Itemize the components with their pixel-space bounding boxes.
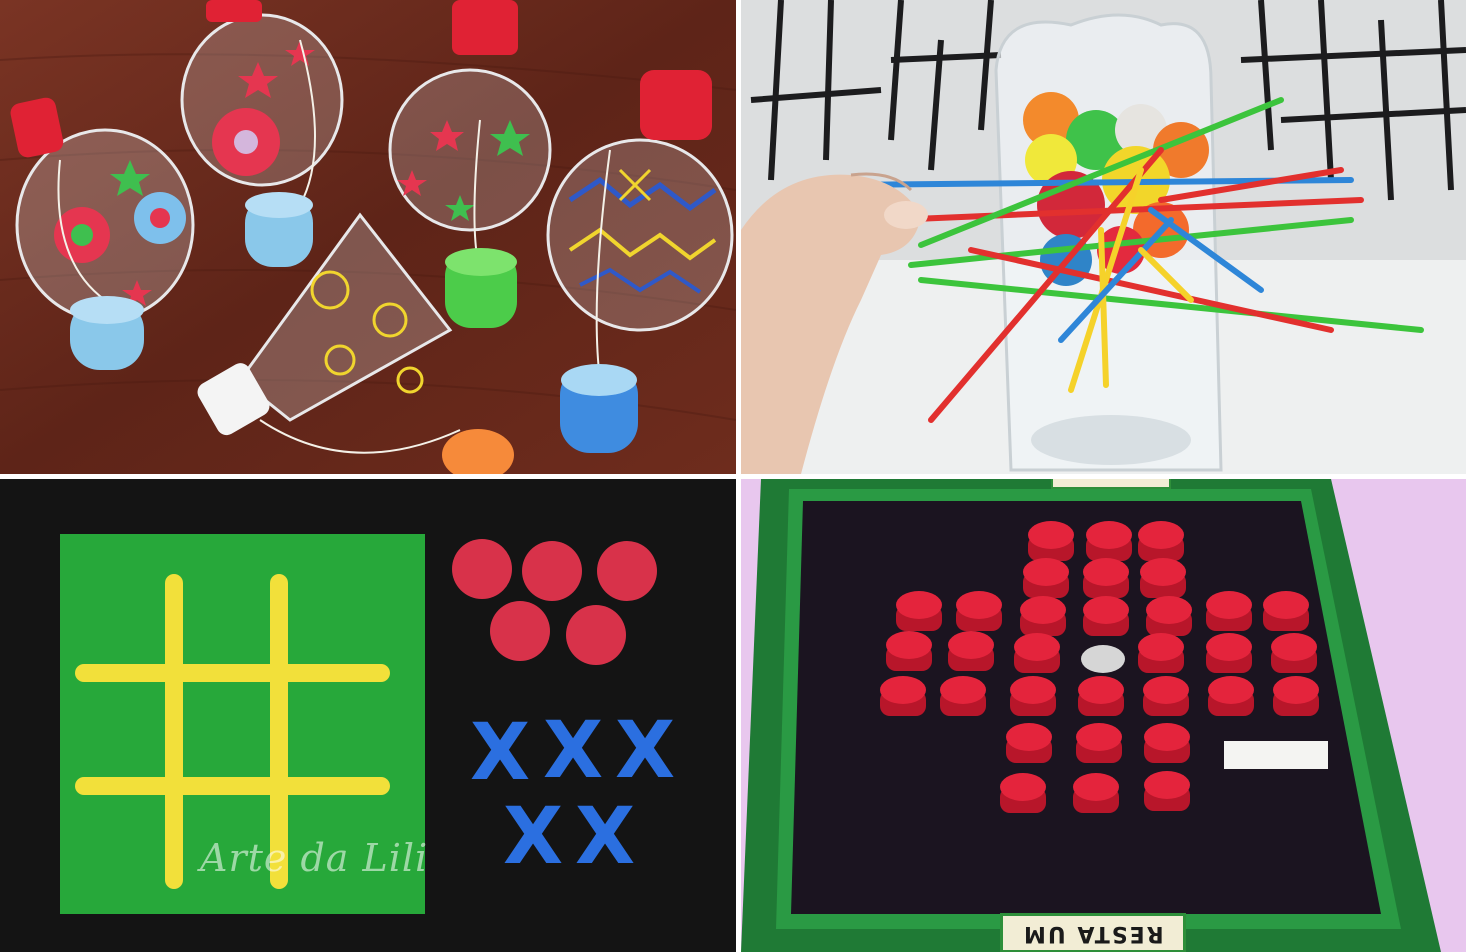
peg-cap: [1010, 676, 1056, 716]
peg-cap: [1076, 723, 1122, 763]
ball-3: [445, 248, 517, 328]
ball-1: [70, 296, 144, 370]
peg-cap: [880, 676, 926, 716]
peg-cap: [1023, 558, 1069, 598]
peg-solitaire-photo: RESTA UM: [741, 479, 1466, 952]
peg-cap: [1006, 723, 1052, 763]
peg-cap: [1014, 633, 1060, 673]
peg-cap: [1083, 596, 1129, 636]
peg-cap: [940, 676, 986, 716]
peg-cap: [1028, 521, 1074, 561]
collage: X X X X X Arte da Lili RESTA UM: [0, 0, 1466, 952]
peg-cap: [956, 591, 1002, 631]
peg-cap: [1086, 521, 1132, 561]
peg-cap: [1000, 773, 1046, 813]
watermark-text: Arte da Lili: [200, 836, 429, 880]
peg-cap: [896, 591, 942, 631]
peg-solitaire-illustration: [741, 479, 1466, 952]
svg-text:X: X: [575, 792, 635, 882]
peg-cap: [1138, 521, 1184, 561]
board-label: RESTA UM: [1022, 920, 1164, 946]
ball-2: [245, 192, 313, 267]
pickup-sticks-illustration: [741, 0, 1466, 474]
empty-center-hole: [1081, 645, 1125, 673]
peg-cap: [1146, 596, 1192, 636]
peg-cap: [948, 631, 994, 671]
svg-text:X: X: [615, 706, 675, 796]
peg-cap: [1144, 771, 1190, 811]
peg-cap: [1271, 633, 1317, 673]
board-label-top: [1051, 479, 1171, 489]
peg-cap: [1073, 773, 1119, 813]
peg-cap: [1206, 591, 1252, 631]
tic-tac-toe-photo: X X X X X Arte da Lili: [0, 479, 736, 952]
bottle-cup-and-ball-photo: [0, 0, 736, 474]
board-sticker: [1224, 741, 1328, 769]
peg-cap: [1143, 676, 1189, 716]
peg-cap: [1273, 676, 1319, 716]
peg-cap: [1144, 723, 1190, 763]
svg-text:X: X: [543, 706, 603, 796]
peg-cap: [1083, 558, 1129, 598]
peg-cap: [886, 631, 932, 671]
peg-cap: [1206, 633, 1252, 673]
peg-cap: [1138, 633, 1184, 673]
ball-4: [560, 364, 638, 453]
peg-cap: [1140, 558, 1186, 598]
peg-cap: [1020, 596, 1066, 636]
tic-tac-toe-illustration: X X X X X: [0, 479, 736, 952]
svg-text:X: X: [470, 708, 530, 798]
bottle-toys-illustration: [0, 0, 736, 474]
board-label-plaque: RESTA UM: [1000, 913, 1186, 952]
peg-cap: [1078, 676, 1124, 716]
bottle-pickup-sticks-photo: [741, 0, 1466, 474]
peg-cap: [1263, 591, 1309, 631]
svg-text:X: X: [503, 792, 563, 882]
peg-cap: [1208, 676, 1254, 716]
